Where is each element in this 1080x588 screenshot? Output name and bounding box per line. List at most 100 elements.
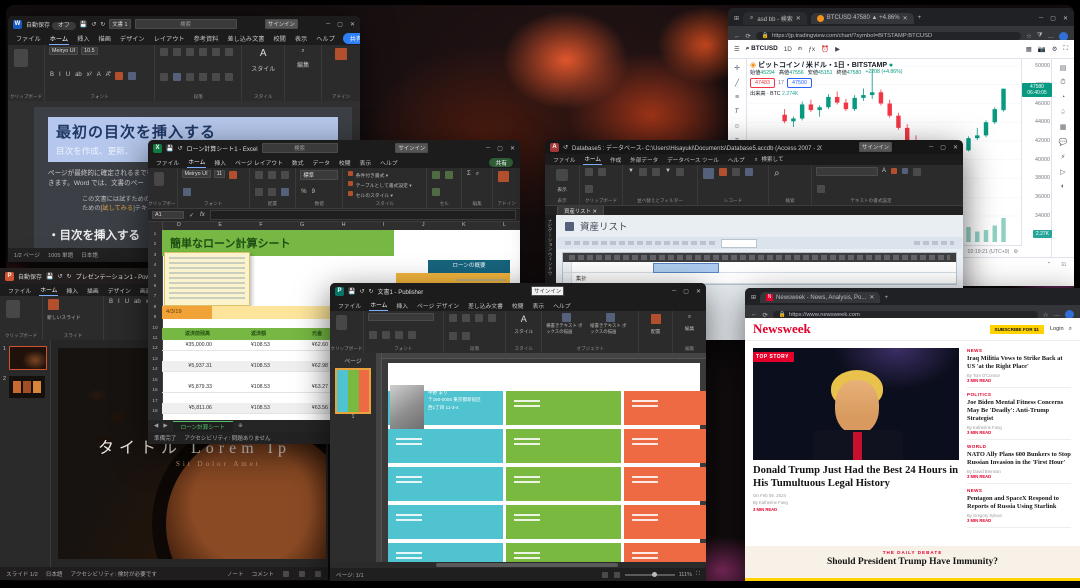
document-title[interactable]: 文書 1	[109, 19, 130, 29]
article-item[interactable]: NEWS Iraq Militia Vows to Strike Back at…	[967, 344, 1071, 388]
sidebar-tool-icon[interactable]: ♤	[1060, 108, 1066, 116]
view-normal-icon[interactable]	[283, 571, 289, 577]
ribbon-tab[interactable]: 挿入	[213, 157, 227, 168]
status-item[interactable]: 1005 単語	[48, 251, 73, 259]
add-sheet-icon[interactable]: ⊕	[238, 423, 243, 429]
new-slide-button[interactable]: 新しいスライド	[47, 314, 81, 321]
ribbon-tab[interactable]: 挿入	[76, 33, 90, 44]
top-story[interactable]: TOP STORY Donald Trump Just Had the Best…	[753, 348, 959, 512]
paste-icon[interactable]	[14, 49, 28, 67]
newsweek-header[interactable]: Newsweek SUBSCRIBE FOR $1 Login ⌕	[745, 318, 1080, 341]
date-cell[interactable]: 4/3/19	[162, 306, 212, 319]
form-filter-row[interactable]	[557, 237, 962, 249]
label-cell[interactable]	[506, 391, 621, 425]
word-ribbon-tabs[interactable]: ファイルホーム挿入描画デザインレイアウト参考資料差し込み文書校閲表示ヘルプ 共有	[8, 32, 360, 45]
row-header[interactable]: 2	[148, 240, 162, 250]
label-cell[interactable]	[624, 505, 706, 539]
view-spread-icon[interactable]	[614, 572, 620, 578]
undo-icon[interactable]: ↺	[91, 21, 96, 28]
ppt-statusbar[interactable]: スライド 1/2 日本語 アクセシビリティ: 検討が必要です ノート コメント	[0, 567, 328, 580]
row-header[interactable]: 8	[148, 303, 162, 313]
autosave-toggle[interactable]: 自動保存	[18, 272, 42, 281]
article-title[interactable]: Iraq Militia Vows to Strike Back at US '…	[967, 355, 1071, 371]
layout-icon[interactable]: ▦	[1026, 45, 1032, 53]
publisher-statusbar[interactable]: ページ: 1/1 111% ⛶	[330, 568, 706, 581]
undo-icon[interactable]: ↺	[563, 144, 568, 151]
page-status[interactable]: ページ: 1/1	[336, 571, 364, 579]
row-header[interactable]: 10	[148, 324, 162, 334]
view-icon[interactable]	[556, 169, 568, 181]
undo-icon[interactable]: ↺	[359, 288, 364, 295]
font-style-icon[interactable]: x²	[87, 72, 92, 80]
excel-titlebar[interactable]: X 💾 ↺ ローン計算シート1 - Excel 検索 サインイン ─▢✕	[148, 140, 520, 156]
sidebar-tool-icon[interactable]: ◔	[1061, 94, 1065, 101]
maximize-button[interactable]: ▢	[1050, 15, 1056, 22]
cell-balance[interactable]: ¥5,937.31	[162, 363, 218, 369]
debate-title[interactable]: Should President Trump Have Immunity?	[745, 557, 1080, 567]
addins-icon[interactable]	[498, 171, 509, 182]
ribbon-tab[interactable]: デザイン	[107, 285, 132, 296]
maximize-button[interactable]: ▢	[497, 145, 503, 152]
zoom-level[interactable]: 111%	[679, 572, 692, 578]
row-header[interactable]: 9	[148, 313, 162, 323]
tv-right-sidebar[interactable]: ▤⏱◔♤▦💬⚡▷◐	[1051, 58, 1074, 258]
ribbon-tab[interactable]: レイアウト	[153, 33, 186, 44]
row-header[interactable]: 4	[148, 261, 162, 271]
row-header[interactable]: 6	[148, 282, 162, 292]
sidebar-tool-icon[interactable]: ▤	[1060, 64, 1067, 72]
ribbon-tab[interactable]: 外部データ	[629, 155, 659, 165]
ribbon-tab[interactable]: ホーム	[187, 156, 206, 168]
cell-payment[interactable]: ¥108.53	[218, 384, 276, 390]
filter-links[interactable]	[565, 241, 715, 245]
fill-color-icon[interactable]	[229, 171, 237, 179]
ribbon-tab[interactable]: ヘルプ	[727, 155, 746, 165]
newsweek-logo[interactable]: Newsweek	[753, 321, 811, 337]
ribbon-tab[interactable]: ヘルプ	[379, 157, 398, 168]
ribbon-tab[interactable]: ホーム	[583, 154, 602, 165]
sheet-nav-left-icon[interactable]: ◀	[154, 423, 158, 429]
ribbon-tab[interactable]: 数式	[291, 157, 305, 168]
label-cell[interactable]	[624, 543, 706, 562]
highlight-icon[interactable]	[128, 72, 136, 80]
more-icon[interactable]: …	[1054, 311, 1060, 318]
top-story-headline[interactable]: Donald Trump Just Had the Best 24 Hours …	[753, 465, 959, 490]
minimize-button[interactable]: ─	[326, 21, 330, 27]
redo-icon[interactable]: ↻	[67, 273, 72, 280]
access-ribbon-tabs[interactable]: ファイルホーム作成外部データデータベース ツールヘルプ ⌕ 検索して	[545, 154, 963, 165]
snapshot-icon[interactable]: 📷	[1038, 45, 1046, 53]
fullscreen-icon[interactable]: ⛶	[1064, 45, 1068, 53]
name-box[interactable]: A1	[152, 211, 184, 219]
ribbon-tab[interactable]: ファイル	[7, 285, 32, 296]
buy-button[interactable]: 47500	[787, 78, 812, 88]
cell-principal[interactable]: ¥63.56	[276, 405, 334, 411]
tab-close-icon[interactable]: ✕	[796, 15, 801, 22]
top-story-photo[interactable]: TOP STORY	[753, 348, 959, 460]
sidebar-tool-icon[interactable]: ◐	[1061, 183, 1065, 190]
publisher-titlebar[interactable]: P 💾 ↺ ↻ 文書1 - Publisher サインイン ─▢✕	[330, 283, 706, 299]
ribbon-tab[interactable]: 表示	[294, 33, 308, 44]
word-titlebar[interactable]: W 自動保存 オフ 💾 ↺ ↻ 文書 1 検索 サインイン ─▢✕	[8, 16, 360, 32]
ribbon-tab[interactable]: 参考資料	[193, 33, 220, 44]
loan-summary-header[interactable]: ローンの概要	[428, 260, 510, 273]
signin-button[interactable]: サインイン	[859, 142, 892, 152]
edge-tabstrip[interactable]: ⊞ NNewsweek - News, Analysis, Po...✕ +	[745, 288, 1080, 305]
ribbon-tab[interactable]: ヘルプ	[315, 33, 336, 44]
textbox-h-button[interactable]: 横書きテキスト ボックスの描画	[546, 313, 586, 334]
font-color-icon[interactable]	[115, 72, 123, 80]
back-icon[interactable]: ←	[734, 33, 740, 40]
article-category[interactable]: WORLD	[967, 444, 1071, 449]
ribbon-tab[interactable]: 挿入	[395, 300, 409, 311]
sidebar-tool-icon[interactable]: ⏱	[1060, 79, 1065, 87]
formula-bar[interactable]: A1 ✓fx	[148, 209, 520, 222]
status-item[interactable]: 1/2 ページ	[14, 251, 40, 259]
daily-debate-band[interactable]: THE DAILY DEBATE Should President Trump …	[745, 546, 1080, 581]
favorite-icon[interactable]: ☆	[1026, 32, 1032, 40]
ribbon-tab[interactable]: 表示	[359, 157, 373, 168]
view-slideshow-icon[interactable]	[315, 571, 321, 577]
ribbon-tab[interactable]: 表示	[532, 300, 546, 311]
ribbon-tab[interactable]: ファイル	[552, 155, 576, 165]
pages-panel[interactable]: ページ 1	[330, 353, 377, 562]
editing-button[interactable]: 編集	[297, 60, 309, 69]
datasheet-header[interactable]	[563, 253, 956, 262]
cell-balance[interactable]: ¥35,000.00	[162, 342, 218, 348]
